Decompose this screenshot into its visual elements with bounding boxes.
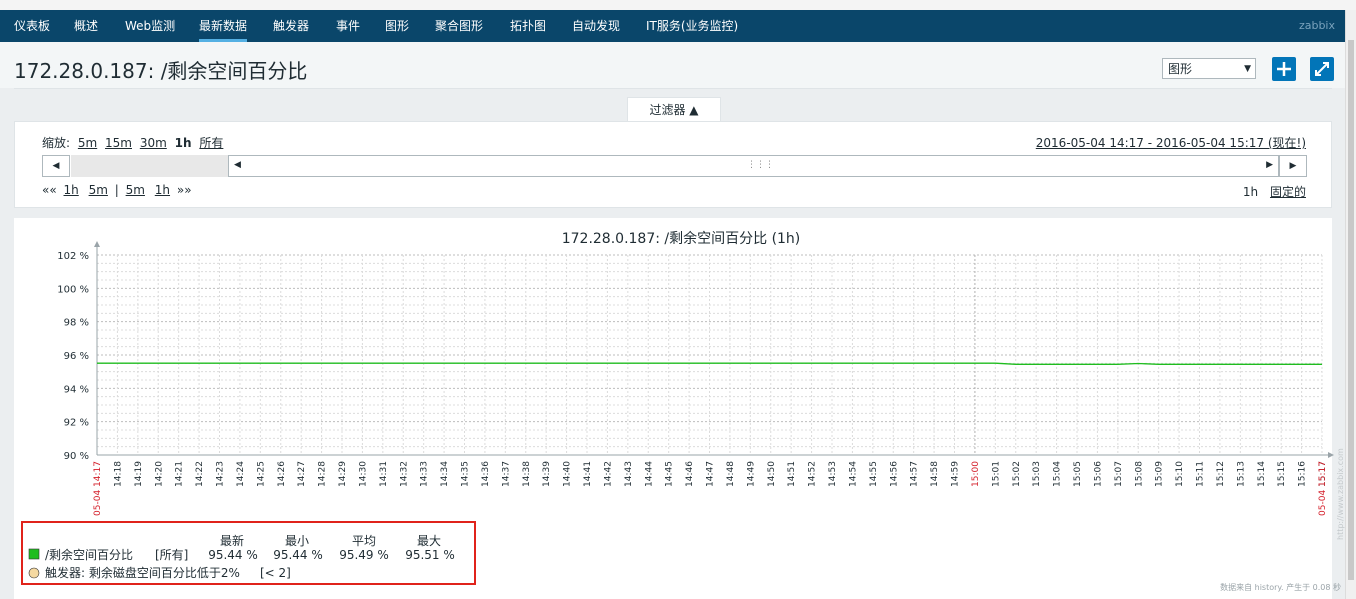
x-tick-label: 14:34 bbox=[440, 461, 450, 487]
x-tick-label: 14:36 bbox=[481, 461, 491, 487]
x-tick-label: 14:24 bbox=[236, 461, 246, 487]
scrollbar-thumb[interactable] bbox=[1348, 40, 1354, 580]
x-tick-label: 14:29 bbox=[338, 461, 348, 487]
x-tick-label: 15:07 bbox=[1114, 461, 1124, 487]
chart-title: 172.28.0.187: /剩余空间百分比 (1h) bbox=[562, 230, 801, 247]
x-tick-label: 14:57 bbox=[910, 461, 920, 487]
x-tick-label: 14:59 bbox=[951, 461, 961, 487]
x-tick-label: 15:00 bbox=[971, 461, 981, 487]
x-tick-label: 15:03 bbox=[1032, 461, 1042, 487]
x-tick-label: 14:23 bbox=[216, 461, 226, 487]
y-tick-label: 100 % bbox=[57, 284, 89, 295]
x-tick-label: 15:13 bbox=[1236, 461, 1246, 487]
x-tick-label: 14:42 bbox=[603, 461, 613, 487]
x-tick-label: 14:50 bbox=[767, 461, 777, 487]
x-tick-label: 15:09 bbox=[1155, 461, 1165, 487]
x-tick-label: 15:04 bbox=[1053, 461, 1063, 487]
x-tick-label: 15:05 bbox=[1073, 461, 1083, 487]
x-tick-label: 15:14 bbox=[1257, 461, 1267, 487]
x-tick-label: 14:25 bbox=[256, 461, 266, 487]
x-axis-arrow bbox=[1328, 452, 1334, 458]
x-tick-label: 15:02 bbox=[1012, 461, 1022, 487]
y-tick-label: 96 % bbox=[64, 351, 89, 362]
y-tick-label: 102 % bbox=[57, 251, 89, 262]
y-tick-label: 94 % bbox=[64, 384, 89, 395]
x-tick-label: 14:28 bbox=[318, 461, 328, 487]
x-tick-label: 14:39 bbox=[542, 461, 552, 487]
x-tick-label: 15:08 bbox=[1134, 461, 1144, 487]
x-tick-label: 14:47 bbox=[706, 461, 716, 487]
x-tick-label: 14:22 bbox=[195, 461, 205, 487]
x-tick-label: 14:35 bbox=[461, 461, 471, 487]
x-tick-label: 14:31 bbox=[379, 461, 389, 487]
x-tick-label: 14:19 bbox=[134, 461, 144, 487]
generation-note: 数据来自 history. 产生于 0.08 秒 bbox=[1220, 583, 1341, 592]
x-tick-label: 14:38 bbox=[522, 461, 532, 487]
y-tick-label: 92 % bbox=[64, 418, 89, 429]
x-tick-label: 15:10 bbox=[1175, 461, 1185, 487]
x-tick-label: 14:45 bbox=[665, 461, 675, 487]
x-tick-label: 14:49 bbox=[746, 461, 756, 487]
x-tick-label: 14:56 bbox=[889, 461, 899, 487]
x-tick-label: 14:48 bbox=[726, 461, 736, 487]
x-tick-label: 14:46 bbox=[685, 461, 695, 487]
y-axis-arrow bbox=[94, 241, 100, 247]
x-tick-label: 14:20 bbox=[154, 461, 164, 487]
y-tick-label: 90 % bbox=[64, 451, 89, 462]
x-tick-label: 15:06 bbox=[1093, 461, 1103, 487]
x-tick-label: 14:53 bbox=[828, 461, 838, 487]
legend-highlight-box bbox=[21, 521, 476, 585]
x-tick-label: 14:55 bbox=[869, 461, 879, 487]
x-tick-label: 14:58 bbox=[930, 461, 940, 487]
x-tick-label: 14:37 bbox=[501, 461, 511, 487]
x-tick-label: 14:44 bbox=[644, 461, 654, 487]
page-scrollbar[interactable] bbox=[1345, 10, 1356, 599]
x-tick-label: 15:01 bbox=[991, 461, 1001, 487]
x-tick-label: 15:16 bbox=[1298, 461, 1308, 487]
x-tick-label: 14:41 bbox=[583, 461, 593, 487]
x-tick-label: 14:33 bbox=[420, 461, 430, 487]
x-tick-label: 15:15 bbox=[1277, 461, 1287, 487]
x-end-label: 05-04 15:17 bbox=[1318, 461, 1328, 516]
x-tick-label: 14:26 bbox=[277, 461, 287, 487]
x-tick-label: 15:12 bbox=[1216, 461, 1226, 487]
graph-chart: 172.28.0.187: /剩余空间百分比 (1h) 102 % 100 % 98 … bbox=[28, 230, 1345, 580]
x-tick-label: 15:11 bbox=[1196, 461, 1206, 487]
x-tick-label: 14:18 bbox=[113, 461, 123, 487]
x-tick-label: 14:43 bbox=[624, 461, 634, 487]
watermark-text: http://www.zabbix.com bbox=[1336, 448, 1345, 540]
x-tick-label: 14:52 bbox=[808, 461, 818, 487]
x-tick-label: 14:21 bbox=[175, 461, 185, 487]
x-tick-label: 14:30 bbox=[358, 461, 368, 487]
x-tick-label: 14:27 bbox=[297, 461, 307, 487]
x-tick-label: 14:32 bbox=[399, 461, 409, 487]
x-tick-label: 14:54 bbox=[848, 461, 858, 487]
x-start-label: 05-04 14:17 bbox=[93, 461, 103, 516]
y-tick-label: 98 % bbox=[64, 318, 89, 329]
x-tick-label: 14:40 bbox=[563, 461, 573, 487]
x-tick-label: 14:51 bbox=[787, 461, 797, 487]
